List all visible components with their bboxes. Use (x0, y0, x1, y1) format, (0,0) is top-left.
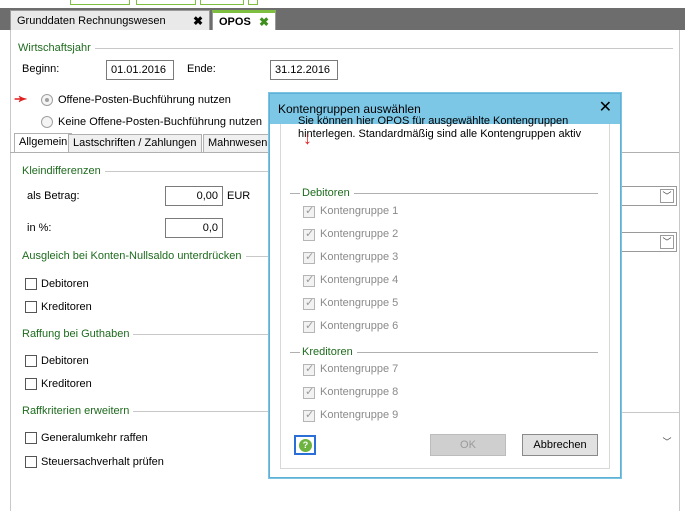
ausgleich-kreditoren-checkbox[interactable] (25, 301, 37, 313)
ausgleich-kreditoren-label: Kreditoren (41, 301, 92, 313)
dialog-title: Kontengruppen auswählen (278, 102, 421, 116)
group-header-ausgleich: Ausgleich bei Konten-Nullsaldo unterdrüc… (22, 250, 272, 262)
toolbar-fragment (248, 0, 258, 5)
kontengruppe-5-checkbox[interactable] (303, 296, 315, 310)
chevron-down-icon[interactable]: ﹀ (660, 189, 674, 203)
kontengruppe-6-label: Kontengruppe 6 (320, 320, 399, 332)
ende-label: Ende: (187, 63, 216, 75)
kontengruppe-6-checkbox[interactable] (303, 319, 315, 333)
radio-keine-opos-label: Keine Offene-Posten-Buchführung nutzen (58, 116, 263, 128)
tab-lastschriften[interactable]: Lastschriften / Zahlungen (68, 134, 202, 152)
kontengruppe-8-label: Kontengruppe 8 (320, 386, 399, 398)
raffung-kreditoren-checkbox[interactable] (25, 378, 37, 390)
tab-label: Grunddaten Rechnungswesen (17, 14, 166, 27)
abbrechen-button[interactable]: Abbrechen (522, 434, 598, 456)
radio-opos-nutzen[interactable] (41, 94, 53, 106)
kontengruppe-7-checkbox[interactable] (303, 362, 315, 376)
kontengruppe-4-checkbox[interactable] (303, 273, 315, 287)
toolbar-fragment (136, 0, 196, 5)
beginn-field[interactable]: 01.01.2016 (106, 60, 174, 80)
generalumkehr-checkbox[interactable] (25, 432, 37, 444)
group-header-kreditoren: Kreditoren (290, 346, 598, 358)
combo-right-1[interactable]: ﹀ (615, 186, 677, 206)
kontengruppe-7-label: Kontengruppe 7 (320, 363, 399, 375)
ende-field[interactable]: 31.12.2016 (270, 60, 338, 80)
close-icon[interactable]: ✕ (599, 100, 612, 116)
kontengruppe-2-label: Kontengruppe 2 (320, 228, 399, 240)
steuersachverhalt-label: Steuersachverhalt prüfen (41, 456, 164, 468)
generalumkehr-label: Generalumkehr raffen (41, 432, 148, 444)
tab-label: OPOS (219, 15, 251, 28)
ausgleich-debitoren-checkbox[interactable] (25, 278, 37, 290)
betrag-field[interactable]: 0,00 (165, 186, 223, 206)
kontengruppe-4-label: Kontengruppe 4 (320, 274, 399, 286)
kontengruppe-5-label: Kontengruppe 5 (320, 297, 399, 309)
group-header-wirtschaftsjahr: Wirtschaftsjahr (18, 42, 673, 54)
group-header-debitoren: Debitoren (290, 187, 598, 199)
tab-opos[interactable]: OPOS ✖ (212, 10, 276, 30)
tab-grunddaten[interactable]: Grunddaten Rechnungswesen ✖ (10, 10, 210, 30)
dialog-description: Sie können hier OPOS für ausgewählte Kon… (298, 115, 582, 140)
betrag-label: als Betrag: (27, 190, 80, 202)
raffung-debitoren-label: Debitoren (41, 355, 89, 367)
steuersachverhalt-checkbox[interactable] (25, 456, 37, 468)
help-icon: ? (299, 439, 312, 452)
toolbar-fragment (200, 0, 244, 5)
kontengruppe-1-label: Kontengruppe 1 (320, 205, 399, 217)
group-header-kleindifferenzen: Kleindifferenzen (22, 165, 272, 177)
chevron-down-icon[interactable]: ﹀ (660, 235, 674, 249)
kontengruppe-2-checkbox[interactable] (303, 227, 315, 241)
radio-opos-nutzen-label: Offene-Posten-Buchführung nutzen (58, 94, 231, 106)
document-tab-bar: Grunddaten Rechnungswesen ✖ OPOS ✖ (0, 8, 685, 30)
chevron-down-icon[interactable]: ﹀ (660, 435, 674, 449)
combo-right-3[interactable]: ﹀ (615, 432, 677, 452)
arrow-down-icon: ↓ (303, 128, 312, 148)
kontengruppe-8-checkbox[interactable] (303, 385, 315, 399)
beginn-label: Beginn: (22, 63, 60, 75)
kontengruppen-dialog: Kontengruppen auswählen ✕ Sie können hie… (269, 93, 621, 478)
ok-button[interactable]: OK (430, 434, 506, 456)
kontengruppe-1-checkbox[interactable] (303, 204, 315, 218)
tab-mahnwesen[interactable]: Mahnwesen (203, 134, 273, 152)
top-strip (0, 0, 685, 8)
group-header-raffkriterien: Raffkriterien erweitern (22, 405, 272, 417)
close-icon[interactable]: ✖ (193, 14, 203, 28)
divider (621, 412, 679, 413)
currency-label: EUR (227, 190, 251, 202)
kontengruppe-3-label: Kontengruppe 3 (320, 251, 399, 263)
raffung-kreditoren-label: Kreditoren (41, 378, 92, 390)
ausgleich-debitoren-label: Debitoren (41, 278, 89, 290)
arrow-right-icon: ➛ (14, 91, 28, 108)
close-icon[interactable]: ✖ (259, 15, 269, 29)
radio-keine-opos[interactable] (41, 116, 53, 128)
help-button[interactable]: ? (294, 435, 316, 455)
panel-border-right (679, 30, 680, 511)
kontengruppe-9-label: Kontengruppe 9 (320, 409, 399, 421)
toolbar-fragment (70, 0, 130, 5)
kontengruppe-3-checkbox[interactable] (303, 250, 315, 264)
group-header-raffung: Raffung bei Guthaben (22, 328, 272, 340)
combo-right-2[interactable]: ﹀ (615, 232, 677, 252)
kontengruppe-9-checkbox[interactable] (303, 408, 315, 422)
raffung-debitoren-checkbox[interactable] (25, 355, 37, 367)
panel-border-left (10, 30, 11, 511)
tab-allgemein[interactable]: Allgemein (14, 133, 73, 152)
prozent-field[interactable]: 0,0 (165, 218, 223, 238)
prozent-label: in %: (27, 222, 52, 234)
